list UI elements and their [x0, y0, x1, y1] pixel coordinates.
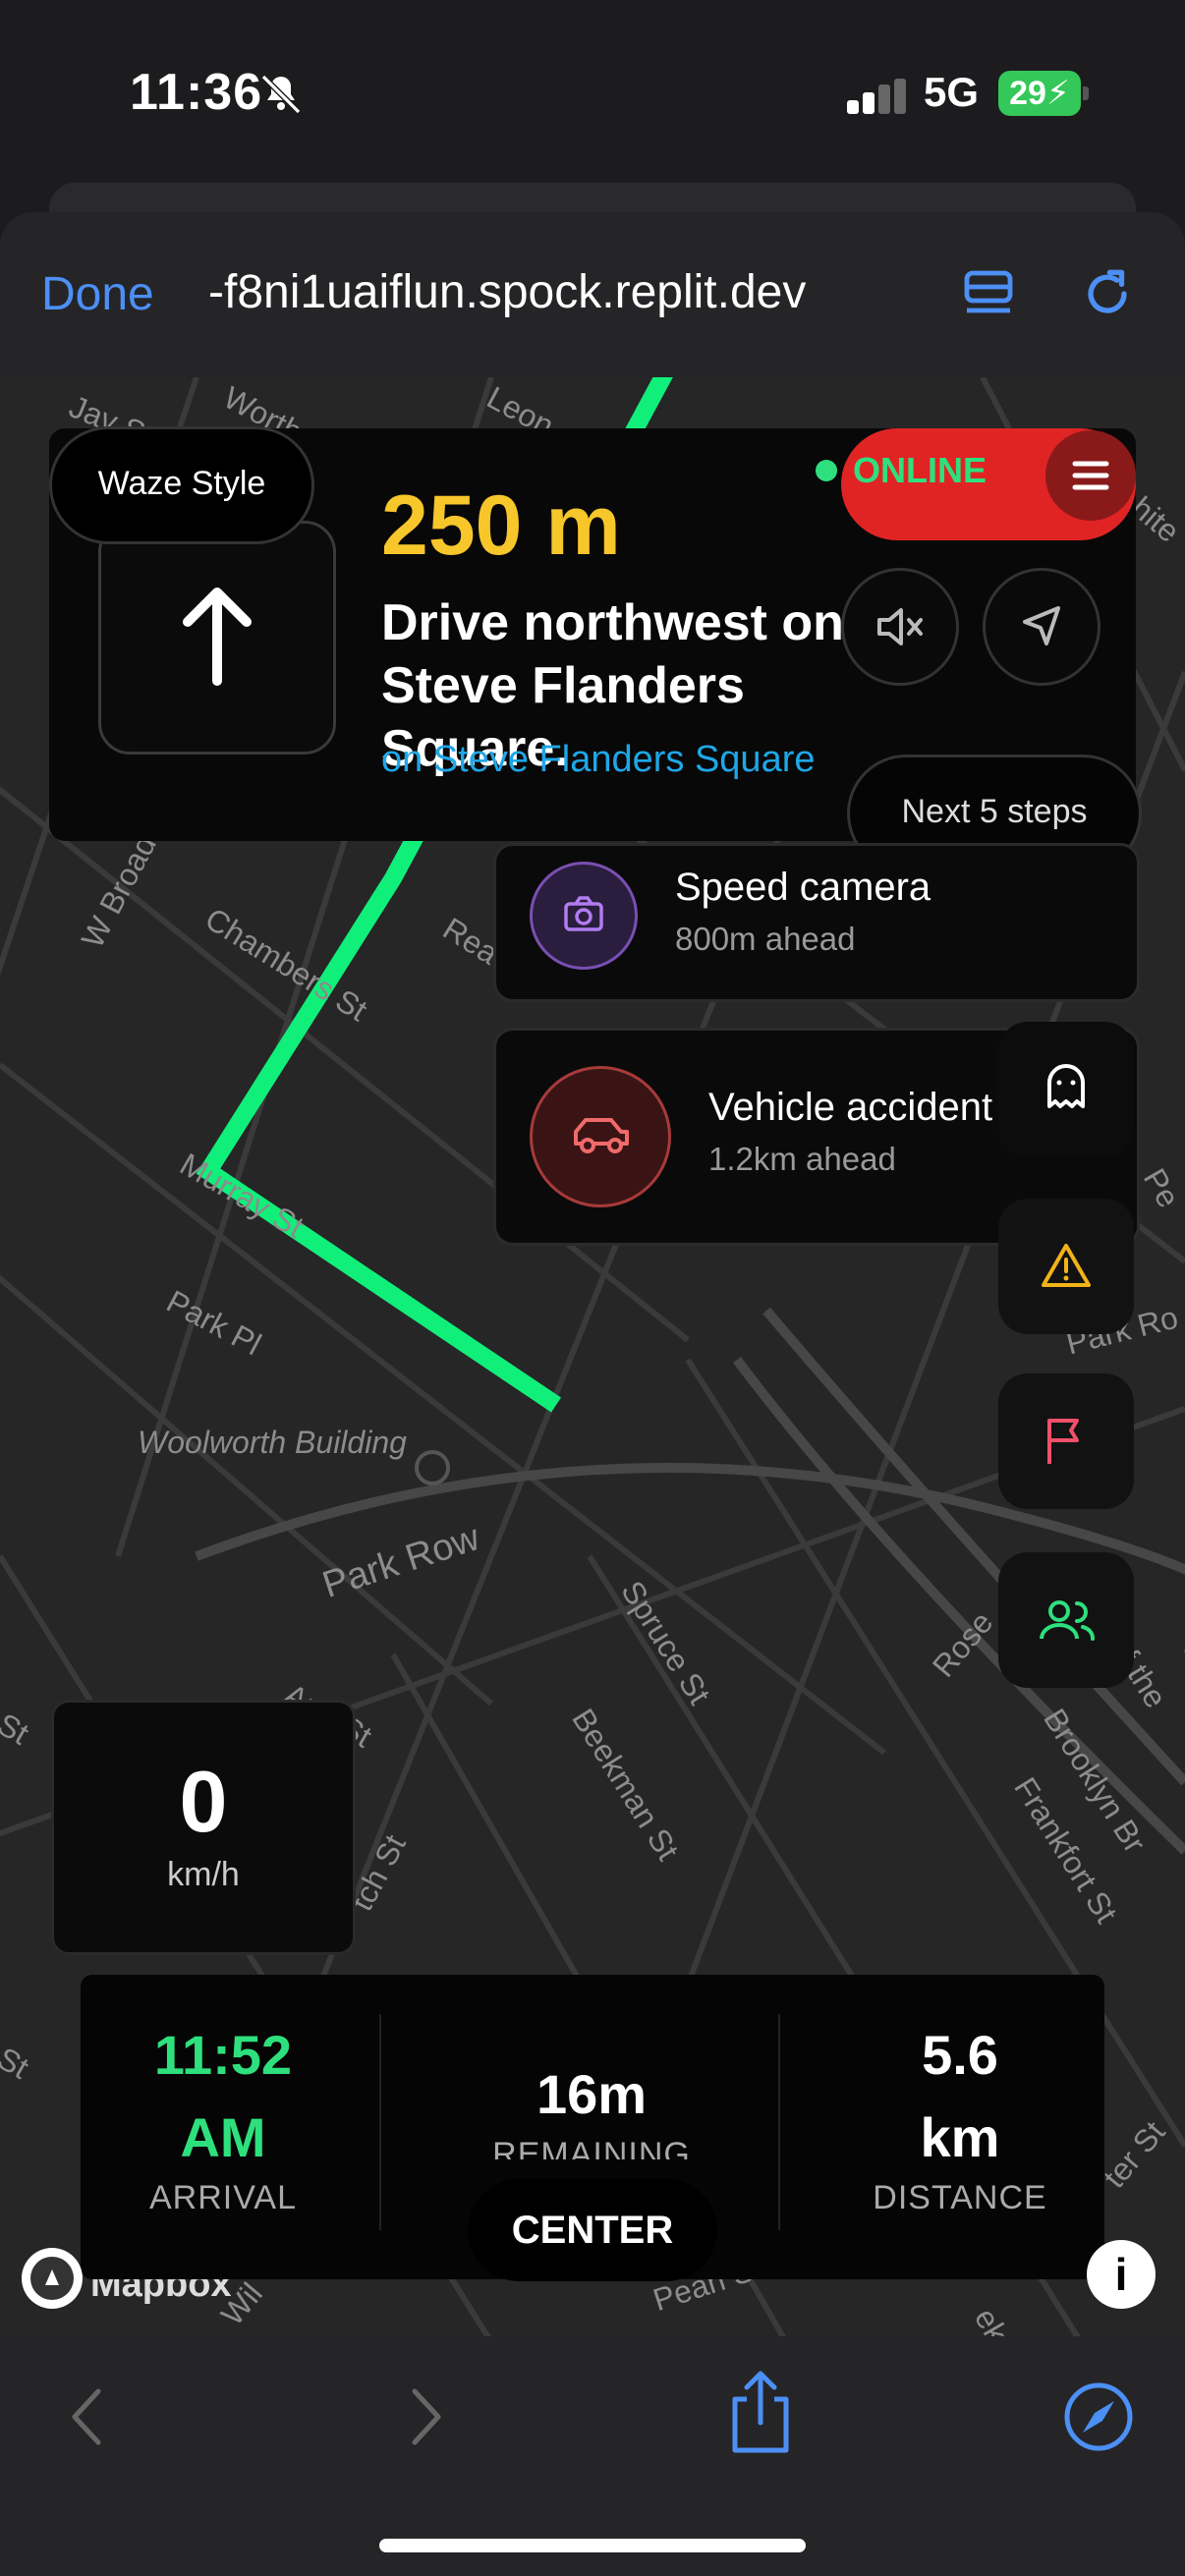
report-flag-button[interactable] [998, 1373, 1134, 1509]
forward-icon[interactable] [399, 2378, 454, 2456]
warning-icon [1042, 1244, 1091, 1287]
remaining-column: 16m REMAINING [385, 2053, 798, 2159]
battery-indicator: 29⚡ [998, 71, 1081, 116]
menu-button[interactable] [1045, 430, 1136, 521]
remaining-value: 16m [536, 2063, 648, 2125]
speaker-muted-icon [877, 608, 923, 645]
arrival-column: 11:52 AM ARRIVAL [81, 2014, 366, 2217]
current-street: on Steve Flanders Square [381, 739, 816, 780]
mapbox-logo[interactable] [22, 2248, 83, 2309]
friends-button[interactable] [998, 1552, 1134, 1688]
alert-subtitle: 800m ahead [675, 921, 856, 957]
distance-value: 5.6 [922, 2024, 998, 2086]
url-field[interactable]: -f8ni1uaiflun.spock.replit.dev [208, 265, 926, 319]
car-icon-circle [530, 1066, 671, 1207]
arrow-up-icon [183, 588, 252, 686]
divider [379, 2014, 381, 2230]
center-button[interactable]: CENTER [468, 2179, 717, 2281]
mute-button[interactable] [841, 568, 959, 686]
divider [778, 2014, 780, 2230]
camera-icon-circle [530, 862, 638, 970]
arrival-time: 11:52 [153, 2024, 293, 2086]
alert-subtitle: 1.2km ahead [708, 1141, 896, 1177]
arrival-ampm: AM [180, 2106, 266, 2168]
remaining-label: REMAINING [492, 2136, 691, 2159]
ghost-icon [1047, 1064, 1085, 1108]
back-icon[interactable] [59, 2378, 114, 2456]
online-status: ONLINE [853, 450, 988, 490]
share-icon[interactable] [721, 2364, 800, 2458]
recenter-location-button[interactable] [983, 568, 1100, 686]
report-hazard-button[interactable] [998, 1199, 1134, 1334]
status-time: 11:36 [130, 64, 263, 121]
next-turn-distance: 250 m [381, 478, 621, 573]
arrival-label: ARRIVAL [149, 2179, 297, 2216]
online-dot [816, 460, 837, 481]
done-button[interactable]: Done [41, 267, 154, 321]
waze-style-toggle[interactable]: Waze Style [49, 426, 314, 544]
ghost-mode-button[interactable] [998, 1022, 1134, 1157]
battery-nub [1083, 86, 1089, 100]
alert-title: Vehicle accident [708, 1086, 993, 1129]
speed-unit: km/h [167, 1856, 240, 1893]
reload-icon[interactable] [1079, 265, 1136, 322]
alert-card-speed-camera[interactable]: Speed camera 800m ahead [493, 843, 1140, 1002]
map-label: Woolworth Building [138, 1425, 407, 1460]
camera-icon [564, 896, 603, 931]
bell-muted-icon [260, 74, 302, 115]
info-icon[interactable]: i [1087, 2240, 1156, 2309]
network-type: 5G [924, 69, 980, 115]
distance-unit: km [920, 2106, 1000, 2168]
distance-label: DISTANCE [873, 2179, 1047, 2216]
users-icon [1040, 1600, 1095, 1641]
hamburger-icon [1072, 461, 1109, 490]
car-icon [574, 1118, 629, 1153]
home-indicator [379, 2539, 806, 2552]
reader-icon[interactable] [963, 267, 1014, 322]
navigation-arrow-icon [1023, 606, 1060, 645]
flag-icon [1047, 1419, 1079, 1464]
alert-title: Speed camera [675, 866, 931, 909]
distance-column: 5.6 km DISTANCE [818, 2014, 1102, 2217]
compass-icon[interactable] [1061, 2380, 1136, 2454]
speed-value: 0 [179, 1753, 228, 1850]
turn-arrow-box [98, 521, 336, 755]
mapbox-logo-icon [30, 2257, 74, 2300]
speedometer: 0 km/h [51, 1700, 356, 1955]
